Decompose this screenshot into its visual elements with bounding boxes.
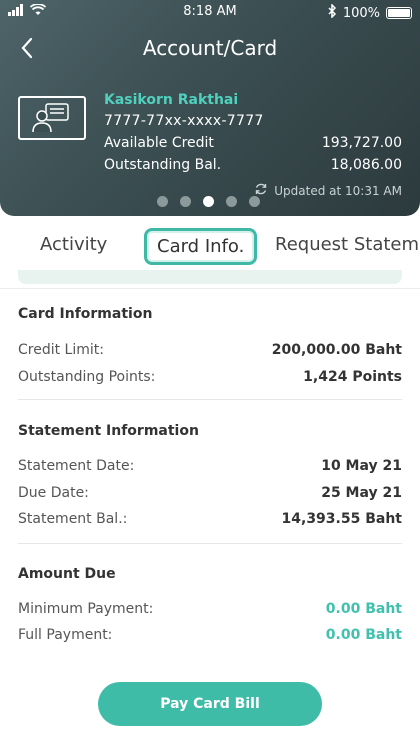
- tab-card-info[interactable]: Card Info.: [144, 228, 258, 265]
- minimum-payment-label: Minimum Payment:: [18, 601, 154, 617]
- outstanding-value: 18,086.00: [330, 157, 402, 173]
- statement-information-title: Statement Information: [18, 423, 199, 439]
- pager-dot[interactable]: [249, 196, 260, 207]
- statement-balance-label: Statement Bal.:: [18, 511, 128, 527]
- updated-status[interactable]: Updated at 10:31 AM: [254, 182, 402, 199]
- pay-card-bill-button[interactable]: Pay Card Bill: [98, 682, 322, 726]
- updated-text: Updated at 10:31 AM: [274, 183, 402, 198]
- credit-limit-value: 200,000.00 Baht: [271, 342, 402, 358]
- tab-content-edge: [18, 270, 402, 284]
- pager-dot[interactable]: [157, 196, 168, 207]
- due-date-label: Due Date:: [18, 485, 89, 501]
- divider: [18, 543, 402, 544]
- account-header: 8:18 AM 100% Account/Card Kasikorn Rakth…: [0, 0, 420, 216]
- tab-activity[interactable]: Activity: [40, 234, 107, 255]
- statement-date-label: Statement Date:: [18, 458, 135, 474]
- tab-bar: Activity Card Info. Request Stateme: [0, 228, 420, 274]
- status-right: 100%: [327, 3, 412, 22]
- battery-icon: [386, 7, 412, 19]
- outstanding-label: Outstanding Bal.: [104, 157, 222, 173]
- battery-percent: 100%: [342, 5, 380, 21]
- available-credit-label: Available Credit: [104, 135, 214, 151]
- minimum-payment-value: 0.00 Baht: [325, 601, 402, 617]
- status-bar: 8:18 AM 100%: [0, 0, 420, 24]
- page-title: Account/Card: [142, 36, 278, 60]
- credit-limit-label: Credit Limit:: [18, 342, 104, 358]
- divider: [18, 399, 402, 400]
- card-pager[interactable]: [157, 196, 260, 207]
- pager-dot[interactable]: [180, 196, 191, 207]
- card-holder-icon: [18, 96, 86, 140]
- pager-dot[interactable]: [226, 196, 237, 207]
- outstanding-points-value: 1,424 Points: [303, 369, 402, 385]
- tab-request-statement[interactable]: Request Stateme: [275, 234, 420, 255]
- full-payment-value: 0.00 Baht: [325, 627, 402, 643]
- full-payment-label: Full Payment:: [18, 627, 113, 643]
- statement-date-value: 10 May 21: [321, 458, 402, 474]
- bluetooth-icon: [327, 3, 337, 22]
- outstanding-points-label: Outstanding Points:: [18, 369, 156, 385]
- divider: [0, 288, 420, 289]
- card-number: 7777-77xx-xxxx-7777: [104, 113, 264, 129]
- amount-due-title: Amount Due: [18, 566, 116, 582]
- card-holder-name: Kasikorn Rakthai: [104, 92, 239, 108]
- card-information-title: Card Information: [18, 306, 153, 322]
- pager-dot-active[interactable]: [203, 196, 214, 207]
- due-date-value: 25 May 21: [321, 485, 402, 501]
- statement-balance-value: 14,393.55 Baht: [281, 511, 402, 527]
- available-credit-value: 193,727.00: [321, 135, 402, 151]
